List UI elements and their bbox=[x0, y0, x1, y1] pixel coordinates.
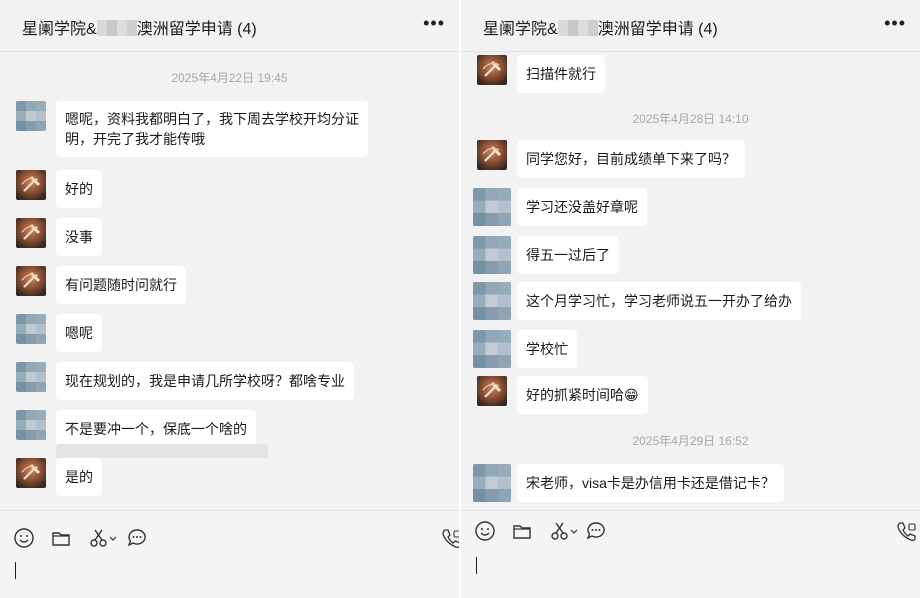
scissors-icon[interactable] bbox=[549, 520, 579, 542]
folder-icon[interactable] bbox=[511, 520, 533, 542]
avatar[interactable] bbox=[473, 188, 511, 226]
message-item: 同学您好，目前成绩单下来了吗？ bbox=[477, 140, 920, 180]
avatar[interactable] bbox=[16, 410, 46, 440]
folder-icon[interactable] bbox=[50, 527, 72, 549]
message-list[interactable]: 2025年4月22日 19:45 嗯呢，资料我都明白了，我下周去学校开均分证 明… bbox=[0, 53, 459, 510]
quoted-message-preview[interactable] bbox=[56, 444, 268, 458]
message-bubble[interactable]: 这个月学习忙，学习老师说五一开办了给办 bbox=[517, 282, 801, 320]
message-bubble[interactable]: 没事 bbox=[56, 218, 102, 256]
chat-icon[interactable] bbox=[126, 527, 148, 549]
avatar[interactable] bbox=[16, 458, 46, 488]
message-bubble[interactable]: 不是要冲一个，保底一个啥的 bbox=[56, 410, 256, 448]
avatar[interactable] bbox=[473, 282, 511, 320]
hammer-icon bbox=[21, 271, 41, 288]
message-item: 好的 bbox=[16, 170, 459, 210]
message-item: 是的 bbox=[16, 458, 459, 498]
avatar[interactable] bbox=[477, 55, 507, 85]
avatar[interactable] bbox=[477, 376, 507, 406]
phone-icon[interactable] bbox=[895, 520, 917, 542]
avatar[interactable] bbox=[16, 170, 46, 200]
scissors-icon[interactable] bbox=[88, 527, 118, 549]
avatar[interactable] bbox=[16, 101, 46, 131]
message-item: 扫描件就行 bbox=[477, 55, 920, 95]
text-input-caret[interactable] bbox=[476, 557, 477, 574]
message-bubble[interactable]: 学校忙 bbox=[517, 330, 577, 368]
emoji-icon[interactable] bbox=[13, 527, 35, 549]
phone-icon[interactable] bbox=[440, 527, 459, 549]
message-bubble[interactable]: 嗯呢 bbox=[56, 314, 102, 352]
message-bubble[interactable]: 好的抓紧时间哈😁 bbox=[517, 376, 648, 414]
avatar[interactable] bbox=[473, 236, 511, 274]
message-bubble[interactable]: 学习还没盖好章呢 bbox=[517, 188, 647, 226]
more-options-button[interactable]: ••• bbox=[884, 14, 906, 32]
chat-title: 星阑学院& 澳洲留学申请 (4) bbox=[22, 20, 257, 38]
message-composer bbox=[0, 510, 459, 598]
timestamp: 2025年4月22日 19:45 bbox=[171, 71, 288, 85]
timestamp: 2025年4月29日 16:52 bbox=[632, 434, 749, 448]
hammer-icon bbox=[482, 145, 502, 162]
avatar[interactable] bbox=[473, 464, 511, 502]
avatar[interactable] bbox=[16, 266, 46, 296]
message-bubble[interactable]: 现在规划的，我是申请几所学校呀？都啥专业 bbox=[56, 362, 354, 400]
message-item: 嗯呢 bbox=[16, 314, 459, 354]
emoji-icon[interactable] bbox=[474, 520, 496, 542]
avatar[interactable] bbox=[477, 140, 507, 170]
message-bubble[interactable]: 得五一过后了 bbox=[517, 236, 619, 274]
chat-title: 星阑学院& 澳洲留学申请 (4) bbox=[483, 20, 718, 38]
chat-icon[interactable] bbox=[585, 520, 607, 542]
hammer-icon bbox=[21, 223, 41, 240]
timestamp: 2025年4月28日 14:10 bbox=[632, 112, 749, 126]
message-bubble[interactable]: 扫描件就行 bbox=[517, 55, 605, 93]
message-bubble[interactable]: 同学您好，目前成绩单下来了吗？ bbox=[517, 140, 745, 178]
message-bubble[interactable]: 是的 bbox=[56, 458, 102, 496]
avatar[interactable] bbox=[16, 362, 46, 392]
message-item: 这个月学习忙，学习老师说五一开办了给办 bbox=[473, 282, 920, 322]
text-input-caret[interactable] bbox=[15, 562, 16, 579]
message-item: 好的抓紧时间哈😁 bbox=[477, 376, 920, 416]
message-item: 没事 bbox=[16, 218, 459, 258]
message-bubble[interactable]: 有问题随时问就行 bbox=[56, 266, 186, 304]
hammer-icon bbox=[482, 60, 502, 77]
hammer-icon bbox=[21, 463, 41, 480]
hammer-icon bbox=[482, 381, 502, 398]
message-item: 宋老师，visa卡是办信用卡还是借记卡？ bbox=[473, 464, 920, 504]
message-list[interactable]: 扫描件就行 2025年4月28日 14:10 同学您好，目前成绩单下来了吗？ 学… bbox=[461, 53, 920, 510]
message-item: 学校忙 bbox=[473, 330, 920, 370]
message-item: 得五一过后了 bbox=[473, 236, 920, 276]
chat-header: 星阑学院& 澳洲留学申请 (4) ••• bbox=[461, 0, 920, 52]
redacted-name bbox=[96, 20, 137, 36]
redacted-name bbox=[557, 20, 598, 36]
more-options-button[interactable]: ••• bbox=[423, 14, 445, 32]
message-bubble[interactable]: 好的 bbox=[56, 170, 102, 208]
message-bubble[interactable]: 嗯呢，资料我都明白了，我下周去学校开均分证 明，开完了我才能传哦 bbox=[56, 101, 368, 157]
message-item: 学习还没盖好章呢 bbox=[473, 188, 920, 228]
avatar[interactable] bbox=[473, 330, 511, 368]
chat-window-left: 星阑学院& 澳洲留学申请 (4) ••• 2025年4月22日 19:45 嗯呢，… bbox=[0, 0, 459, 598]
chat-window-right: 星阑学院& 澳洲留学申请 (4) ••• 扫描件就行 2025年4月28日 14:… bbox=[461, 0, 920, 598]
chat-header: 星阑学院& 澳洲留学申请 (4) ••• bbox=[0, 0, 459, 52]
message-item: 现在规划的，我是申请几所学校呀？都啥专业 bbox=[16, 362, 459, 402]
avatar[interactable] bbox=[16, 314, 46, 344]
message-bubble[interactable]: 宋老师，visa卡是办信用卡还是借记卡？ bbox=[517, 464, 784, 502]
message-composer bbox=[461, 510, 920, 598]
message-item: 嗯呢，资料我都明白了，我下周去学校开均分证 明，开完了我才能传哦 bbox=[16, 101, 459, 161]
hammer-icon bbox=[21, 175, 41, 192]
message-item: 有问题随时问就行 bbox=[16, 266, 459, 306]
avatar[interactable] bbox=[16, 218, 46, 248]
